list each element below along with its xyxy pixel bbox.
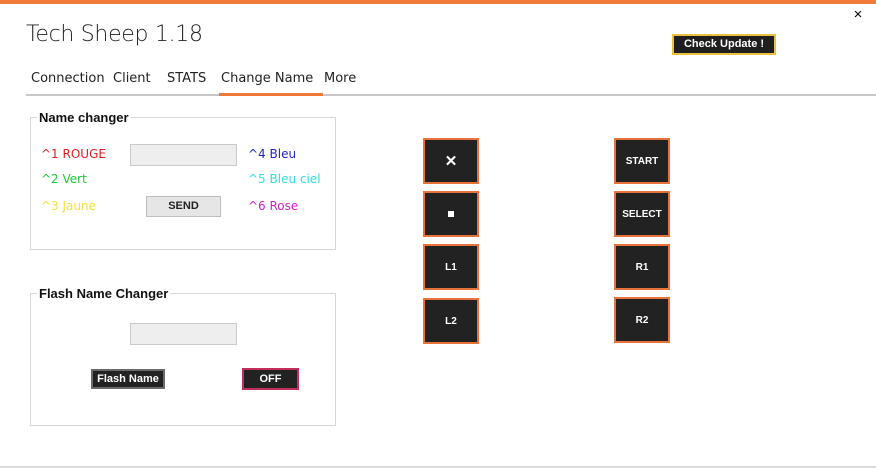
tab-connection[interactable]: Connection — [26, 69, 110, 89]
tab-client[interactable]: Client — [108, 69, 156, 89]
flash-name-input[interactable] — [130, 323, 237, 345]
close-icon[interactable]: × — [850, 6, 866, 24]
window-accent-bar — [0, 0, 876, 4]
send-button[interactable]: SEND — [146, 196, 221, 217]
color-code-vert: ^2 Vert — [41, 172, 87, 186]
l1-button[interactable]: L1 — [423, 244, 479, 290]
tab-stats[interactable]: STATS — [162, 69, 211, 89]
name-changer-title: Name changer — [37, 110, 131, 125]
start-button[interactable]: START — [614, 138, 670, 184]
r2-button[interactable]: R2 — [614, 297, 670, 343]
tab-divider — [26, 94, 876, 96]
color-code-bleu-ciel: ^5 Bleu ciel — [248, 172, 321, 186]
active-tab-indicator — [219, 93, 323, 96]
check-update-button[interactable]: Check Update ! — [672, 34, 776, 55]
flash-name-changer-group — [30, 293, 336, 426]
color-code-rose: ^6 Rose — [248, 199, 299, 213]
cross-button[interactable]: ✕ — [423, 138, 479, 184]
flash-toggle-button[interactable]: OFF — [242, 368, 299, 390]
color-code-rouge: ^1 ROUGE — [41, 147, 106, 161]
flash-name-changer-title: Flash Name Changer — [37, 286, 171, 301]
name-input[interactable] — [130, 144, 237, 166]
cross-icon: ✕ — [444, 153, 458, 170]
square-icon — [448, 211, 454, 217]
tab-change-name[interactable]: Change Name — [216, 69, 318, 89]
flash-name-button[interactable]: Flash Name — [91, 369, 165, 389]
app-title: Tech Sheep 1.18 — [26, 22, 203, 47]
color-code-bleu: ^4 Bleu — [248, 147, 297, 161]
tab-more[interactable]: More — [319, 69, 361, 89]
r1-button[interactable]: R1 — [614, 244, 670, 290]
color-code-jaune: ^3 Jaune — [41, 199, 96, 213]
l2-button[interactable]: L2 — [423, 298, 479, 344]
select-button[interactable]: SELECT — [614, 191, 670, 237]
square-button[interactable] — [423, 191, 479, 237]
